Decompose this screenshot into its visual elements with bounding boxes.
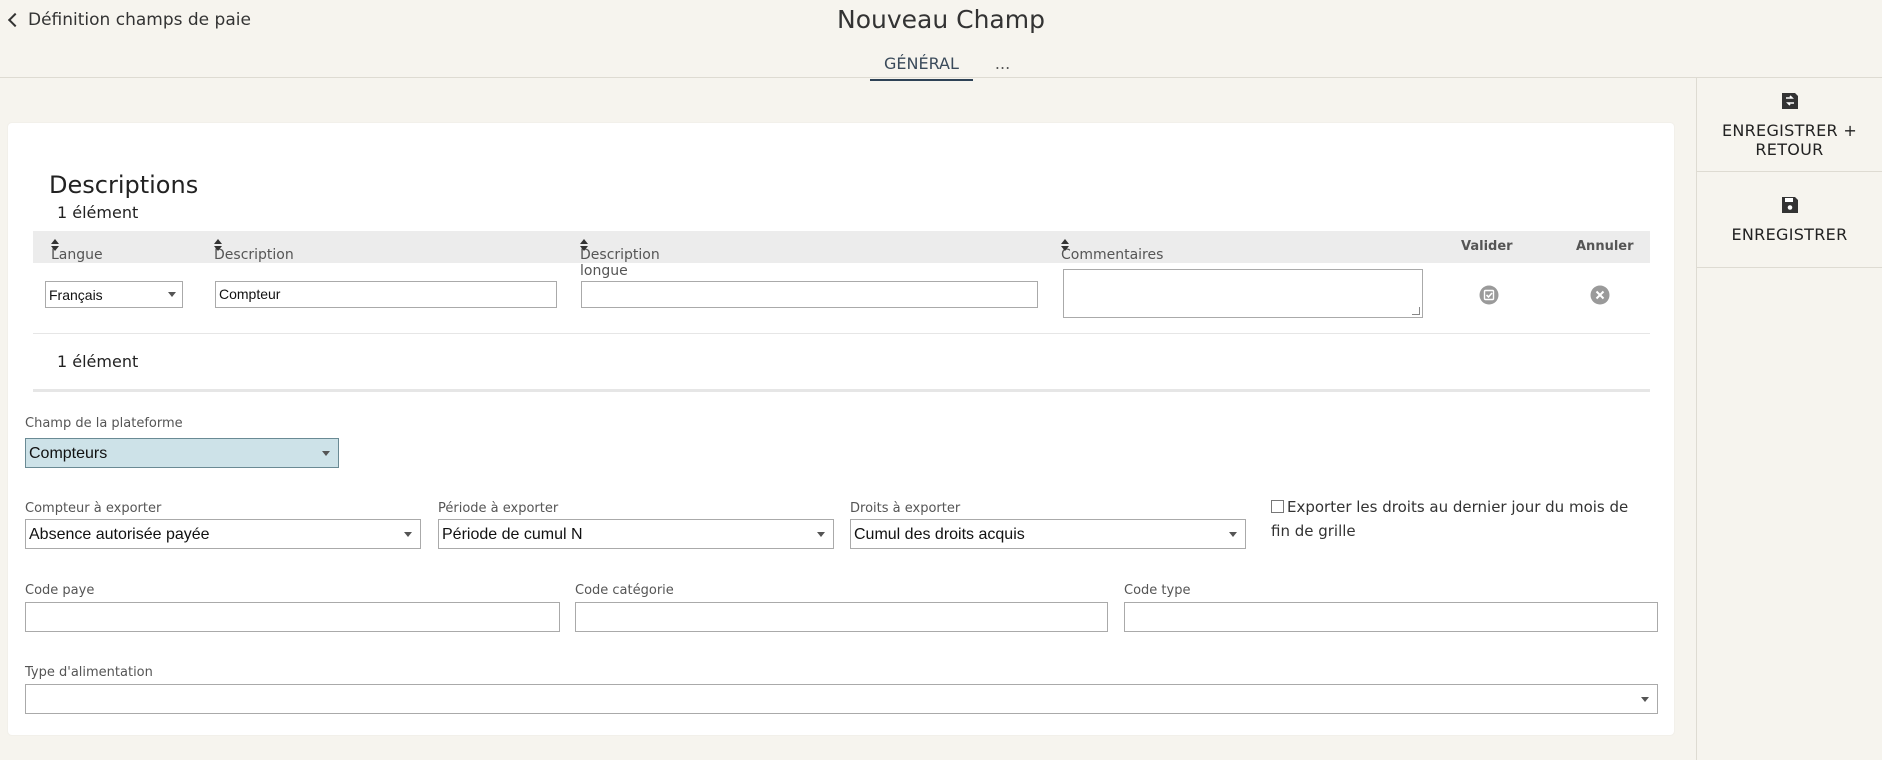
export-droits-label: Exporter les droits au dernier jour du m… (1271, 498, 1629, 540)
periode-select[interactable]: Période de cumul N (438, 519, 834, 549)
code-type-label: Code type (1124, 583, 1191, 598)
check-circle-icon[interactable] (1479, 285, 1499, 305)
close-circle-icon[interactable] (1590, 285, 1610, 305)
tab-general[interactable]: GÉNÉRAL (870, 52, 973, 81)
periode-value: Période de cumul N (442, 526, 583, 543)
export-droits-checkbox[interactable] (1271, 500, 1284, 513)
champ-plateforme-select[interactable]: Compteurs (25, 438, 339, 468)
col-langue[interactable]: Langue (51, 239, 103, 263)
action-panel: ENREGISTRER + RETOUR ENREGISTRER (1696, 78, 1882, 760)
chevron-down-icon (404, 532, 412, 537)
type-alimentation-label: Type d'alimentation (25, 665, 153, 680)
descriptions-count-bottom: 1 élément (57, 352, 139, 371)
descriptions-title: Descriptions (49, 171, 199, 199)
export-droits-option: Exporter les droits au dernier jour du m… (1271, 495, 1651, 543)
save-return-label: ENREGISTRER + RETOUR (1721, 120, 1858, 159)
col-commentaires[interactable]: Commentaires (1061, 239, 1163, 263)
code-categorie-input[interactable] (575, 602, 1108, 632)
compteur-label: Compteur à exporter (25, 501, 162, 516)
col-description-label: Description (214, 247, 294, 263)
type-alimentation-select[interactable] (25, 684, 1658, 714)
code-categorie-label: Code catégorie (575, 583, 674, 598)
code-type-input[interactable] (1124, 602, 1658, 632)
descriptions-count-top: 1 élément (57, 203, 139, 222)
droits-select[interactable]: Cumul des droits acquis (850, 519, 1246, 549)
description-input[interactable]: Compteur (215, 281, 557, 308)
table-row: Français Compteur (33, 263, 1650, 334)
droits-label: Droits à exporter (850, 501, 961, 516)
droits-value: Cumul des droits acquis (854, 526, 1025, 543)
descriptions-grid: Langue Description Description longue Co… (33, 231, 1650, 334)
col-valider: Valider (1461, 239, 1513, 254)
sort-icon (51, 239, 59, 251)
tab-more[interactable]: ... (991, 52, 1024, 81)
page-title: Nouveau Champ (837, 5, 1045, 34)
sort-icon (214, 239, 222, 251)
periode-label: Période à exporter (438, 501, 559, 516)
col-commentaires-label: Commentaires (1061, 247, 1164, 263)
sort-icon (580, 239, 588, 251)
sort-icon (1061, 239, 1069, 251)
save-return-button[interactable]: ENREGISTRER + RETOUR (1697, 78, 1882, 172)
save-label: ENREGISTRER (1731, 225, 1848, 244)
col-description[interactable]: Description (214, 239, 294, 263)
chevron-down-icon (1641, 697, 1649, 702)
compteur-value: Absence autorisée payée (29, 526, 210, 543)
champ-plateforme-value: Compteurs (29, 445, 108, 462)
chevron-down-icon (1229, 532, 1237, 537)
chevron-down-icon (322, 451, 330, 456)
langue-select[interactable]: Français (45, 281, 183, 308)
col-description-longue[interactable]: Description longue (580, 239, 660, 279)
commentaires-textarea[interactable] (1063, 269, 1423, 318)
description-longue-input[interactable] (581, 281, 1038, 308)
chevron-down-icon (817, 532, 825, 537)
divider (33, 389, 1650, 392)
code-paye-input[interactable] (25, 602, 560, 632)
tab-bar: GÉNÉRAL ... (870, 52, 1024, 81)
chevron-down-icon (168, 292, 176, 297)
compteur-select[interactable]: Absence autorisée payée (25, 519, 421, 549)
save-button[interactable]: ENREGISTRER (1697, 172, 1882, 268)
grid-header: Langue Description Description longue Co… (33, 231, 1650, 279)
code-paye-label: Code paye (25, 583, 95, 598)
top-bar: Définition champs de paie Nouveau Champ … (0, 0, 1882, 81)
resize-handle-icon[interactable] (1412, 307, 1420, 315)
champ-plateforme-label: Champ de la plateforme (25, 416, 183, 431)
langue-value: Français (49, 287, 103, 303)
save-return-icon (1781, 92, 1798, 109)
col-annuler: Annuler (1576, 239, 1634, 254)
floppy-disk-icon (1781, 197, 1798, 213)
form-card: Descriptions 1 élément Langue Descriptio… (8, 123, 1674, 735)
